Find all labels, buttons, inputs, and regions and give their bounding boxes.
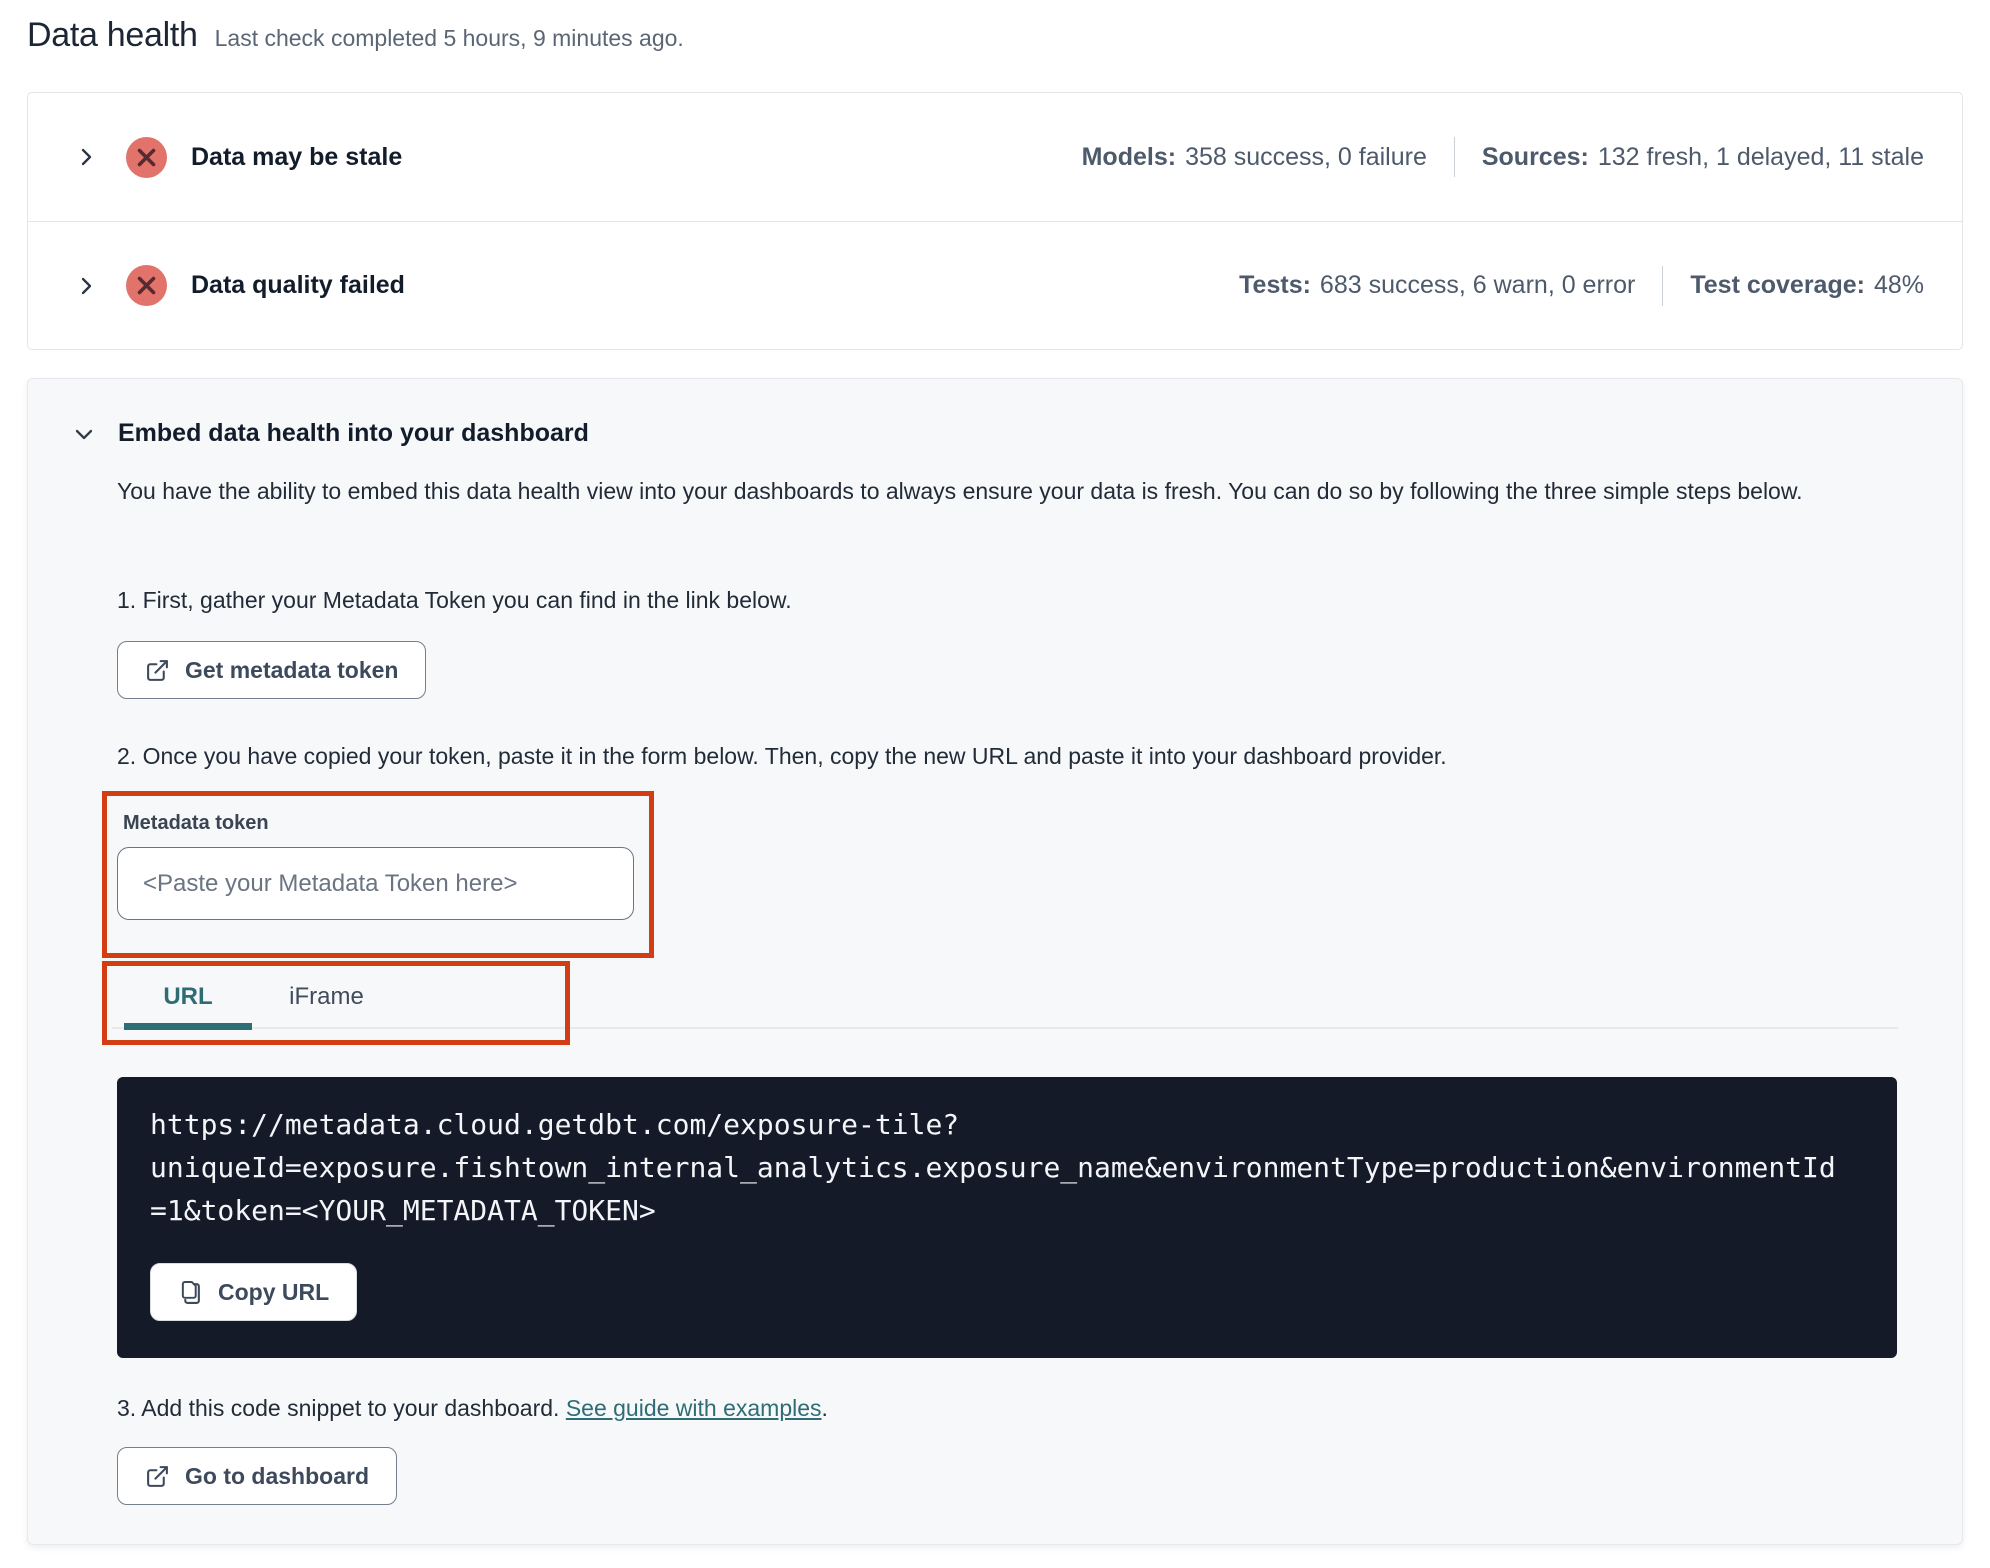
metadata-token-input[interactable] xyxy=(117,847,634,920)
sources-stat: Sources: 132 fresh, 1 delayed, 11 stale xyxy=(1482,143,1924,172)
embed-description: You have the ability to embed this data … xyxy=(117,478,1803,504)
external-link-icon xyxy=(145,1464,170,1489)
external-link-icon xyxy=(145,658,170,683)
sources-stat-label: Sources: xyxy=(1481,142,1589,171)
embed-url-code-block: https://metadata.cloud.getdbt.com/exposu… xyxy=(117,1077,1897,1358)
tests-stat: Tests: 683 success, 6 warn, 0 error xyxy=(1239,271,1635,300)
stat-divider xyxy=(1453,137,1455,177)
get-metadata-token-label: Get metadata token xyxy=(185,656,399,683)
step-2-text: 2. Once you have copied your token, past… xyxy=(117,743,1447,769)
error-x-icon xyxy=(126,136,167,178)
models-stat-value: 358 success, 0 failure xyxy=(1185,142,1427,171)
status-row-stats: Tests: 683 success, 6 warn, 0 error Test … xyxy=(1239,265,1924,306)
tab-bar-divider xyxy=(112,1027,1898,1029)
last-check-status: Last check completed 5 hours, 9 minutes … xyxy=(214,25,684,51)
go-to-dashboard-button[interactable]: Go to dashboard xyxy=(117,1447,397,1505)
go-to-dashboard-label: Go to dashboard xyxy=(185,1462,369,1489)
test-coverage-stat-label: Test coverage: xyxy=(1690,271,1865,299)
tab-url[interactable]: URL xyxy=(124,972,252,1022)
status-row-title: Data may be stale xyxy=(191,142,403,171)
step-3-prefix: 3. Add this code snippet to your dashboa… xyxy=(117,1395,566,1421)
page-header: Data health Last check completed 5 hours… xyxy=(27,16,684,55)
step-3-text: 3. Add this code snippet to your dashboa… xyxy=(117,1395,828,1422)
sources-stat-value: 132 fresh, 1 delayed, 11 stale xyxy=(1597,142,1924,171)
embed-url-line: https://metadata.cloud.getdbt.com/exposu… xyxy=(150,1108,960,1141)
metadata-token-label: Metadata token xyxy=(123,812,269,834)
status-row-title: Data quality failed xyxy=(191,271,405,299)
test-coverage-stat-value: 48% xyxy=(1873,271,1924,299)
status-row-stats: Models: 358 success, 0 failure Sources: 13… xyxy=(1082,137,1924,177)
status-row-data-stale[interactable]: Data may be stale Models: 358 success, 0 … xyxy=(28,93,1962,221)
data-health-page: Data health Last check completed 5 hours… xyxy=(0,0,1990,1568)
copy-url-button[interactable]: Copy URL xyxy=(150,1263,358,1321)
models-stat: Models: 358 success, 0 failure xyxy=(1082,143,1427,172)
copy-icon xyxy=(178,1280,203,1305)
embed-url-line: =1&token=<YOUR_METADATA_TOKEN> xyxy=(150,1194,656,1227)
test-coverage-stat: Test coverage: 48% xyxy=(1690,271,1924,300)
error-x-icon xyxy=(126,265,167,306)
status-row-data-quality[interactable]: Data quality failed Tests: 683 success, 6… xyxy=(28,221,1962,349)
tests-stat-label: Tests: xyxy=(1239,271,1311,299)
tests-stat-value: 683 success, 6 warn, 0 error xyxy=(1319,271,1636,299)
chevron-right-icon[interactable] xyxy=(74,274,98,298)
copy-url-label: Copy URL xyxy=(218,1278,330,1305)
page-title: Data health xyxy=(27,16,198,54)
tab-iframe[interactable]: iFrame xyxy=(269,972,384,1022)
chevron-down-icon[interactable] xyxy=(72,422,96,446)
models-stat-label: Models: xyxy=(1081,142,1177,171)
chevron-right-icon[interactable] xyxy=(74,145,98,169)
annotation-box-tabs: URL iFrame xyxy=(102,961,570,1045)
status-card: Data may be stale Models: 358 success, 0 … xyxy=(27,92,1963,350)
embed-section-title: Embed data health into your dashboard xyxy=(118,419,589,447)
embed-section-toggle[interactable]: Embed data health into your dashboard xyxy=(72,419,589,448)
embed-url-line: uniqueId=exposure.fishtown_internal_anal… xyxy=(150,1151,1836,1184)
stat-divider xyxy=(1662,265,1664,306)
step-1-text: 1. First, gather your Metadata Token you… xyxy=(117,587,792,613)
embed-panel: Embed data health into your dashboard Yo… xyxy=(27,378,1963,1545)
step-3-suffix: . xyxy=(821,1395,828,1421)
get-metadata-token-button[interactable]: Get metadata token xyxy=(117,641,427,699)
see-guide-link[interactable]: See guide with examples xyxy=(566,1395,822,1421)
